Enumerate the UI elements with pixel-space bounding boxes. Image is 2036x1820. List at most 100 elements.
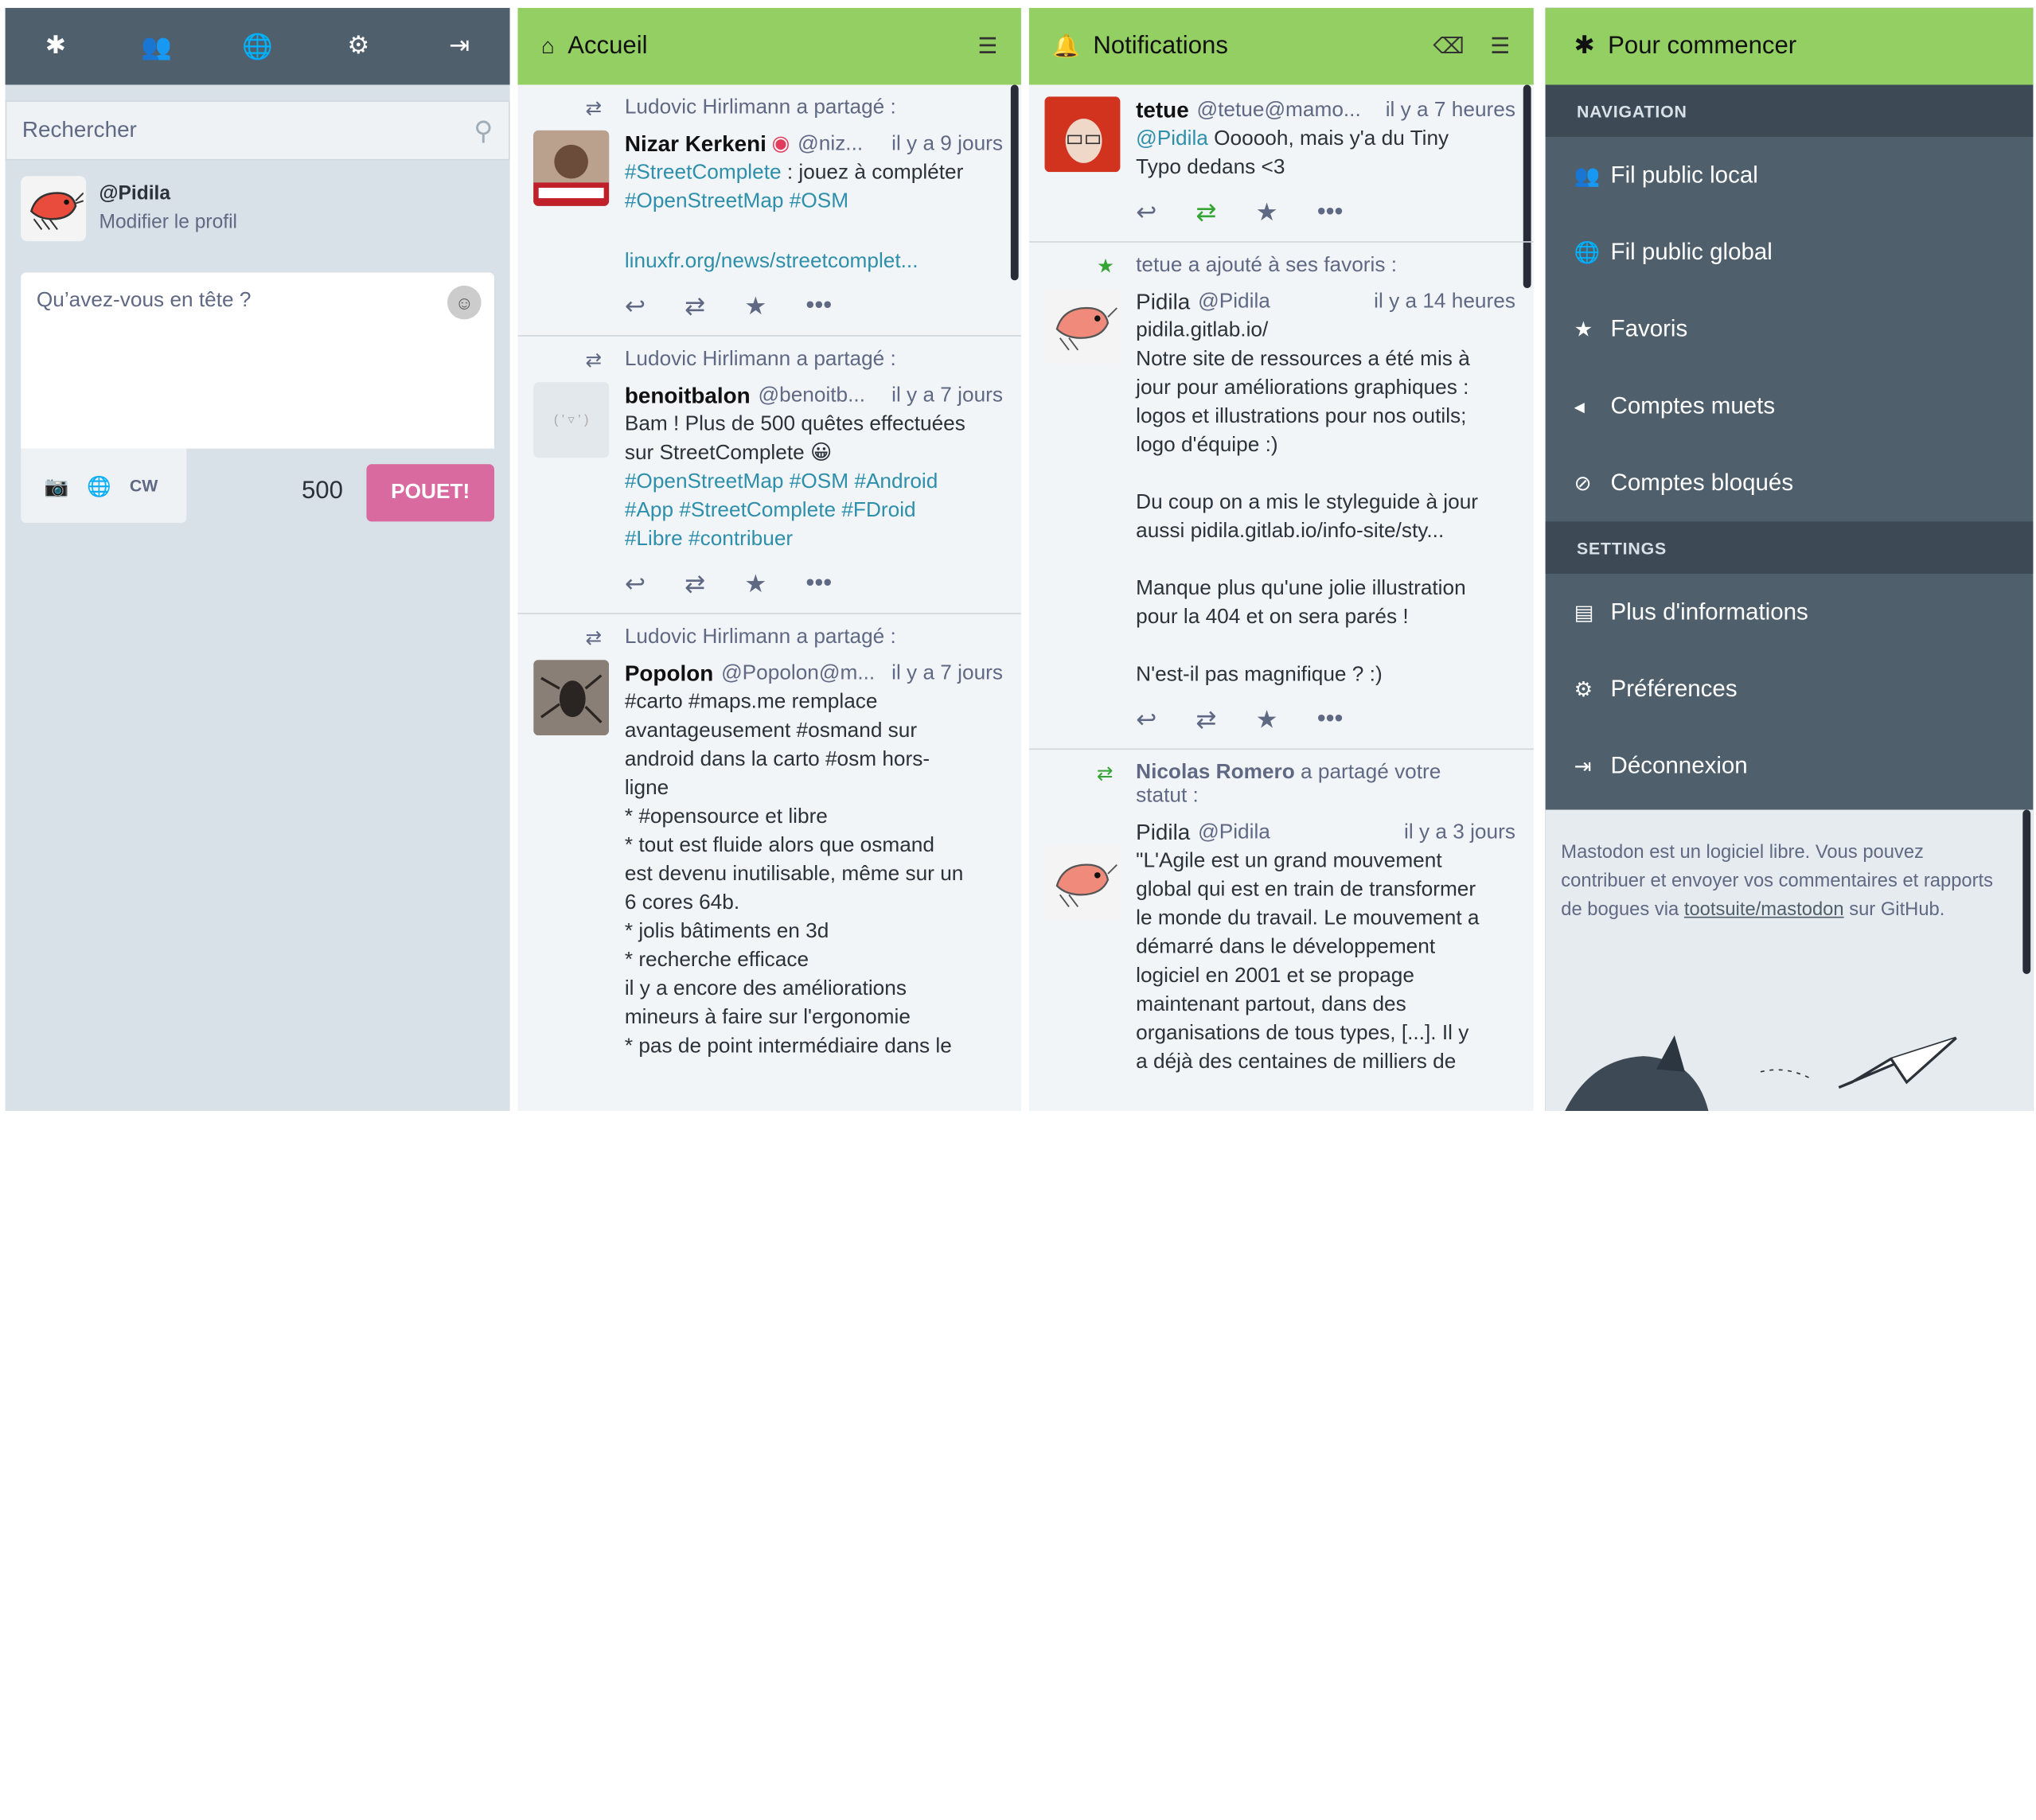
home-timeline[interactable]: ⇄ Ludovic Hirlimann a partagé : Nizar Ker… <box>517 84 1021 1112</box>
display-name[interactable]: tetue <box>1136 96 1189 125</box>
status-text: * pas de point intermédiaire dans le <box>624 1035 952 1058</box>
status-text: maintenant partout, dans des <box>1136 993 1406 1016</box>
avatar[interactable] <box>1044 288 1121 364</box>
boost-icon[interactable]: ⇄ <box>1195 198 1216 228</box>
search-input[interactable]: Rechercher ⚲ <box>5 100 510 161</box>
status-text: "L'Agile est un grand mouvement <box>1136 850 1442 873</box>
notifications-column-header[interactable]: 🔔 Notifications ⌫ ☰ <box>1028 7 1534 85</box>
edit-profile-link[interactable]: Modifier le profil <box>99 209 237 237</box>
reply-icon[interactable]: ↩ <box>625 292 646 322</box>
more-options-icon[interactable]: ••• <box>1317 198 1344 228</box>
menu-item-local-timeline[interactable]: 👥 Fil public local <box>1546 137 2034 214</box>
menu-item-about[interactable]: ▤ Plus d'informations <box>1546 574 2034 651</box>
hashtags[interactable]: #App #StreetComplete #FDroid <box>625 497 1003 525</box>
notification-favourite[interactable]: ★ tetue a ajouté à ses favoris : Pidila @P… <box>1028 243 1534 750</box>
account-acct[interactable]: @niz... <box>798 131 886 159</box>
booster-name[interactable]: Nicolas Romero <box>1136 762 1295 784</box>
menu-item-preferences[interactable]: ⚙ Préférences <box>1546 651 2034 728</box>
mention-link[interactable]: @Pidila <box>1136 128 1208 150</box>
menu-item-blocked[interactable]: ⊘ Comptes bloqués <box>1546 445 2034 522</box>
federated-timeline-icon[interactable]: 🌐 <box>232 31 284 62</box>
hashtags[interactable]: #OpenStreetMap #OSM <box>625 188 1003 216</box>
status-text: organisations de tous types, [...]. Il y <box>1136 1022 1469 1045</box>
more-options-icon[interactable]: ••• <box>805 292 832 322</box>
reply-icon[interactable]: ↩ <box>1136 705 1156 735</box>
timestamp[interactable]: il y a 9 jours <box>891 131 1003 159</box>
menu-item-federated-timeline[interactable]: 🌐 Fil public global <box>1546 214 2034 291</box>
character-counter: 500 <box>301 477 343 505</box>
notifications-timeline[interactable]: tetue @tetue@mamo... il y a 7 heures @Pidi… <box>1028 84 1534 1112</box>
avatar[interactable] <box>533 660 610 736</box>
timestamp[interactable]: il y a 14 heures <box>1374 288 1515 317</box>
column-settings-icon[interactable]: ☰ <box>1490 33 1510 60</box>
avatar[interactable] <box>21 176 87 242</box>
emoji-picker-icon[interactable]: ☺ <box>447 285 482 320</box>
timestamp[interactable]: il y a 7 jours <box>891 660 1003 688</box>
menu-item-favourites[interactable]: ★ Favoris <box>1546 290 2034 368</box>
more-options-icon[interactable]: ••• <box>1317 705 1344 735</box>
github-link[interactable]: tootsuite/mastodon <box>1684 900 1844 921</box>
display-name[interactable]: Pidila <box>1136 819 1190 848</box>
boost-icon[interactable]: ⇄ <box>685 292 705 322</box>
display-name[interactable]: Nizar Kerkeni <box>625 131 766 159</box>
search-placeholder: Rechercher <box>21 117 137 142</box>
preferences-gear-icon[interactable]: ⚙ <box>333 31 385 61</box>
avatar[interactable] <box>1044 96 1121 173</box>
menu-item-label: Préférences <box>1610 675 1738 702</box>
favourite-star-icon[interactable]: ★ <box>744 570 766 600</box>
navigation-account: @Pidila Modifier le profil <box>6 161 510 257</box>
notification-mention[interactable]: tetue @tetue@mamo... il y a 7 heures @Pidi… <box>1028 85 1534 243</box>
account-acct[interactable]: @Pidila <box>1198 288 1368 317</box>
account-acct[interactable]: @Pidila <box>1198 819 1398 848</box>
search-icon[interactable]: ⚲ <box>474 114 493 146</box>
status[interactable]: ⇄ Ludovic Hirlimann a partagé : Nizar Ker… <box>517 85 1021 337</box>
account-handle[interactable]: @Pidila <box>99 180 237 209</box>
favourite-star-icon[interactable]: ★ <box>744 292 766 322</box>
home-column-header[interactable]: ⌂ Accueil ☰ <box>517 7 1021 85</box>
hashtag[interactable]: #StreetComplete <box>625 162 782 184</box>
scrollbar[interactable] <box>2022 809 2031 974</box>
menu-item-muted[interactable]: ◂ Comptes muets <box>1546 368 2034 445</box>
privacy-globe-icon[interactable]: 🌐 <box>87 474 111 497</box>
account-acct[interactable]: @tetue@mamo... <box>1197 96 1381 125</box>
avatar[interactable]: ( ' ▿ ' ) <box>533 382 610 458</box>
camera-upload-icon[interactable]: 📷 <box>45 474 69 497</box>
avatar[interactable] <box>1044 844 1121 921</box>
timestamp[interactable]: il y a 7 jours <box>891 382 1003 411</box>
status-text: démarré dans le développement <box>1136 936 1436 959</box>
content-warning-button[interactable]: CW <box>130 476 158 496</box>
boost-icon[interactable]: ⇄ <box>1195 705 1216 735</box>
display-name[interactable]: benoitbalon <box>625 382 751 411</box>
favourite-star-icon[interactable]: ★ <box>1256 705 1278 735</box>
status-text: pour la 404 et on sera parés ! <box>1136 606 1409 629</box>
account-acct[interactable]: @benoitb... <box>759 382 887 411</box>
favourite-star-icon[interactable]: ★ <box>1256 198 1278 228</box>
status-text: logo d'équipe :) <box>1136 434 1278 457</box>
status[interactable]: ⇄ Ludovic Hirlimann a partagé : Popolon @P… <box>517 614 1020 1074</box>
getting-started-icon[interactable]: ✱ <box>29 31 82 61</box>
eraser-icon[interactable]: ⌫ <box>1433 33 1464 60</box>
shrimp-avatar-icon <box>1055 306 1117 351</box>
avatar[interactable] <box>533 130 610 206</box>
menu-item-logout[interactable]: ⇥ Déconnexion <box>1546 727 2034 805</box>
more-options-icon[interactable]: ••• <box>805 570 832 600</box>
reply-icon[interactable]: ↩ <box>625 570 646 600</box>
display-name[interactable]: Pidila <box>1136 288 1190 317</box>
boost-icon[interactable]: ⇄ <box>685 570 705 600</box>
status[interactable]: ⇄ Ludovic Hirlimann a partagé : ( ' ▿ ' )… <box>517 337 1021 614</box>
toot-button[interactable]: POUET! <box>366 464 494 522</box>
account-acct[interactable]: @Popolon@m... <box>721 660 887 688</box>
notification-reblog[interactable]: ⇄ Nicolas Romero a partagé votre statut : … <box>1029 750 1534 1090</box>
status-link[interactable]: linuxfr.org/news/streetcomplet... <box>625 247 1003 276</box>
reply-icon[interactable]: ↩ <box>1136 198 1156 228</box>
column-settings-icon[interactable]: ☰ <box>977 33 997 60</box>
hashtags[interactable]: #Libre #contribuer <box>625 525 1003 554</box>
compose-textarea[interactable]: Qu’avez-vous en tête ? ☺ <box>21 272 494 449</box>
display-name[interactable]: Popolon <box>625 660 713 688</box>
asterisk-icon: ✱ <box>1574 32 1595 60</box>
timestamp[interactable]: il y a 3 jours <box>1404 819 1515 848</box>
logout-icon[interactable]: ⇥ <box>433 31 486 61</box>
hashtags[interactable]: #OpenStreetMap #OSM #Android <box>625 468 1003 497</box>
local-timeline-icon[interactable]: 👥 <box>131 31 183 62</box>
timestamp[interactable]: il y a 7 heures <box>1386 96 1515 125</box>
